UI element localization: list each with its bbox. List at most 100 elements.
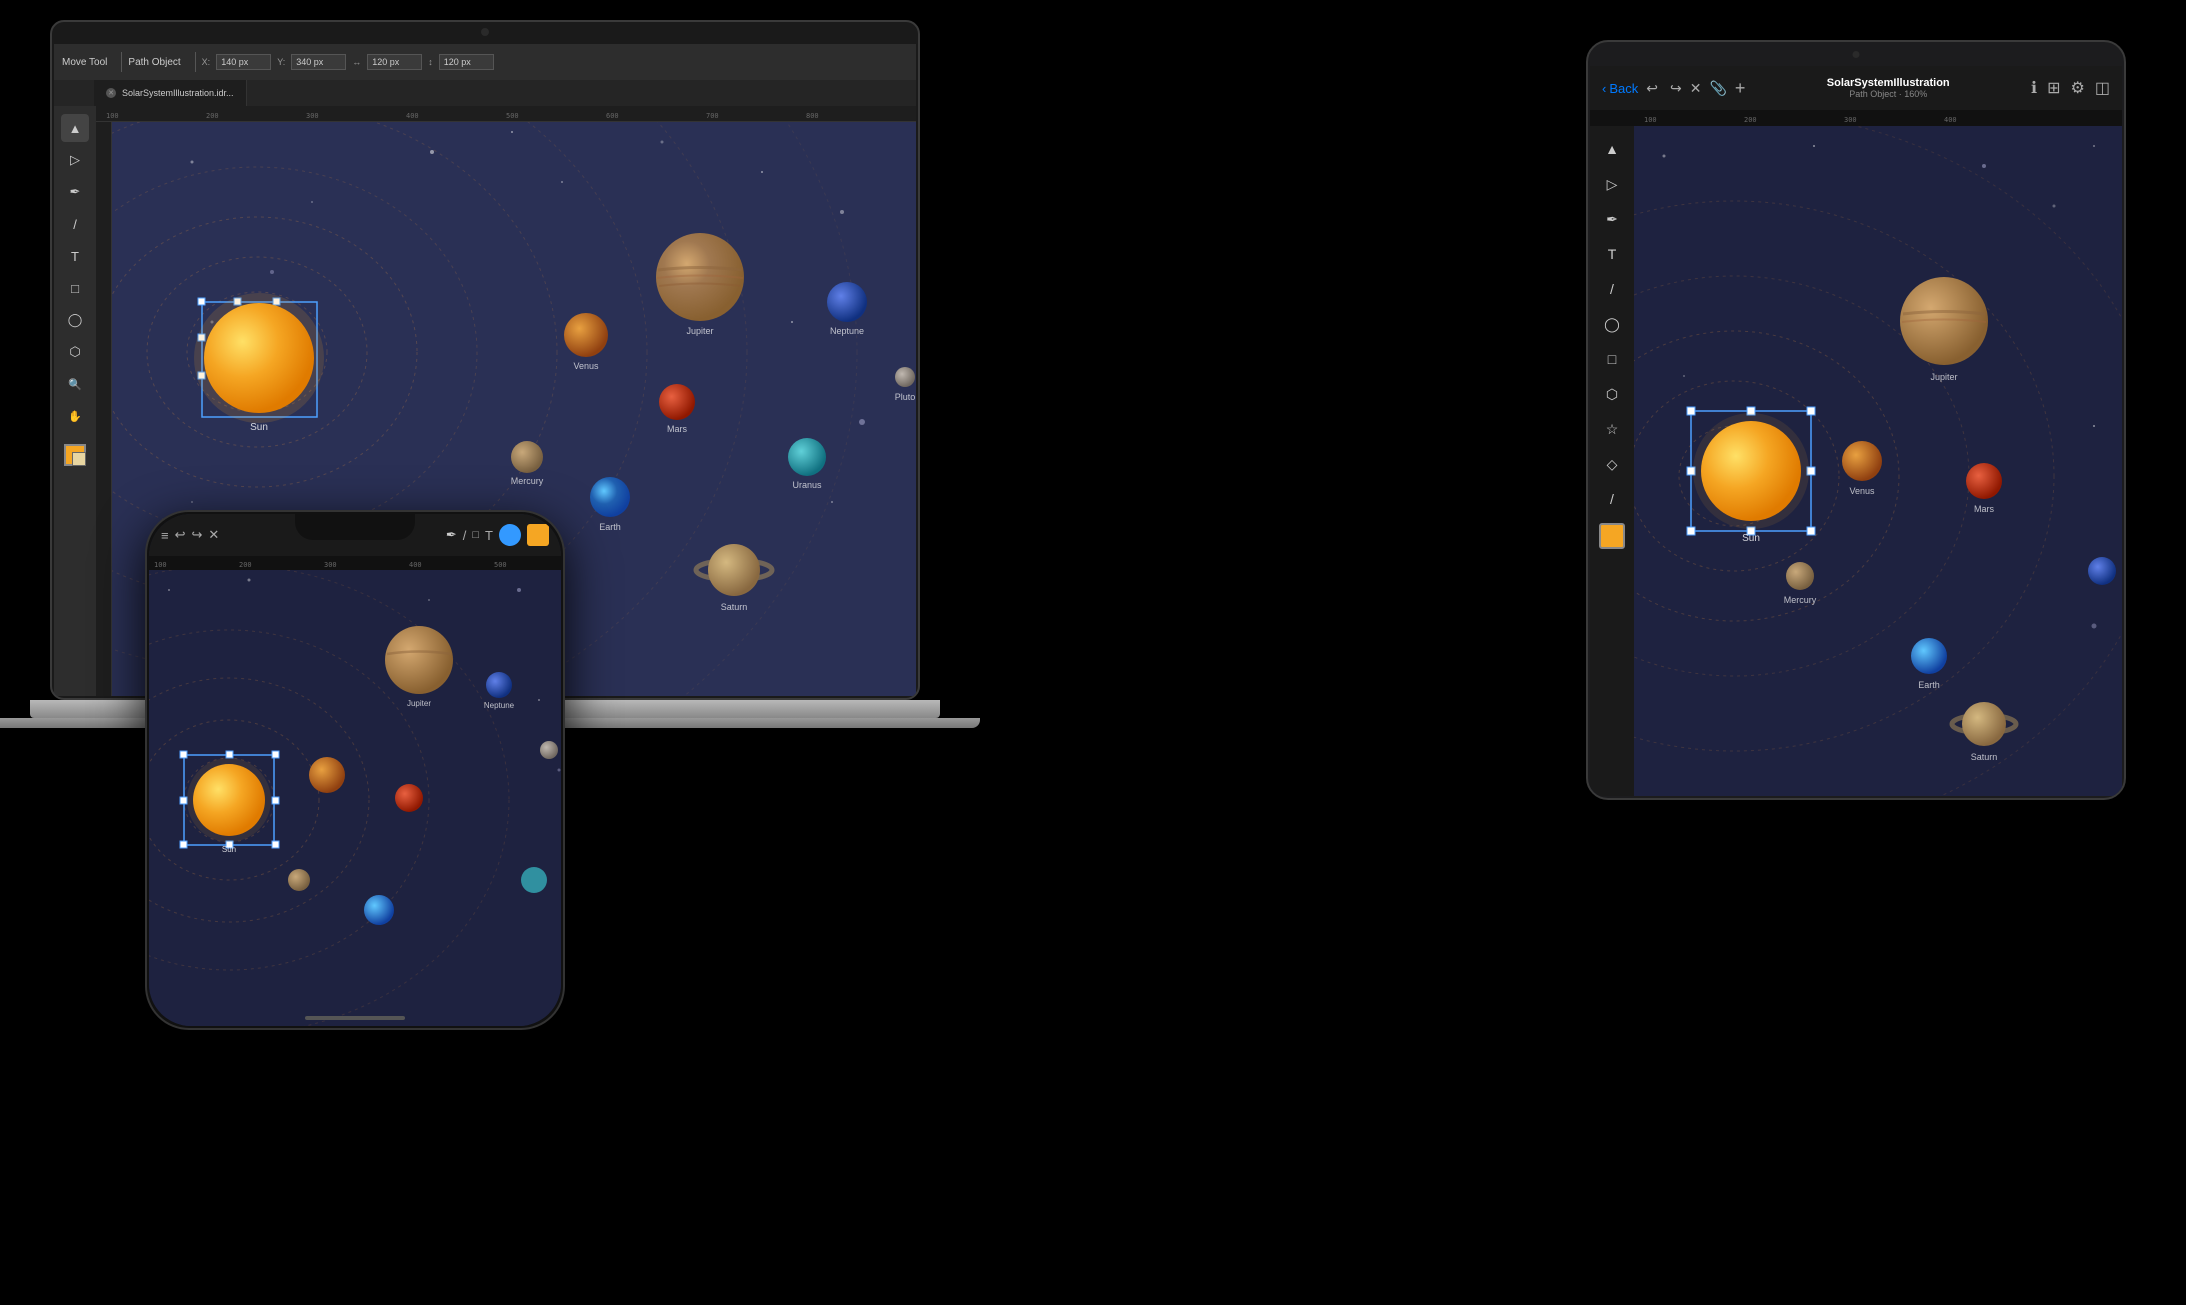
svg-text:500: 500 (506, 112, 519, 120)
x-field[interactable]: 140 px (216, 54, 271, 70)
svg-text:Jupiter: Jupiter (686, 326, 713, 336)
svg-text:Earth: Earth (599, 522, 621, 532)
color-swatches (64, 438, 86, 466)
ipad-bezel: ‹ Back ↩ ↪ ✕ 📎 + SolarSystemIllustration… (1586, 40, 2126, 800)
y-label: Y: (277, 57, 285, 67)
svg-text:Pluto: Pluto (895, 392, 916, 402)
svg-text:Venus: Venus (1849, 486, 1875, 496)
zoom-tool-button[interactable]: 🔍 (61, 370, 89, 398)
svg-text:500: 500 (494, 561, 507, 569)
iphone-menu-icon[interactable]: ≡ (161, 528, 169, 543)
app-tabbar: ✕ SolarSystemIllustration.idr... (54, 80, 916, 106)
ipad-fill-swatch[interactable] (1599, 523, 1625, 549)
w-label: ↔ (352, 57, 361, 67)
undo-icon[interactable]: ↩ (1646, 80, 1658, 97)
svg-text:Venus: Venus (573, 361, 599, 371)
iphone-rect-icon[interactable]: □ (472, 529, 479, 541)
ipad-select-tool[interactable]: ▲ (1597, 134, 1627, 164)
horizontal-ruler: 100 200 300 400 500 600 700 800 (96, 106, 916, 122)
toolbar-divider-1 (121, 52, 122, 72)
app-toolbar: Move Tool Path Object X: 140 px Y: 340 p… (54, 44, 916, 80)
iphone-screen: ≡ ↩ ↪ ✕ ✒ / □ T 100 200 300 (149, 514, 561, 1026)
y-field[interactable]: 340 px (291, 54, 346, 70)
ipad-back-button[interactable]: ‹ Back (1602, 81, 1638, 96)
ipad-node-tool[interactable]: ▷ (1597, 169, 1627, 199)
svg-text:Mercury: Mercury (511, 476, 544, 486)
h-label: ↕ (428, 57, 433, 67)
ipad-grid-icon[interactable]: ⊞ (2047, 78, 2060, 98)
w-field[interactable]: 120 px (367, 54, 422, 70)
ipad-camera (1853, 51, 1860, 58)
ipad-gear-icon[interactable]: ⚙ (2071, 78, 2085, 98)
shape-rect-button[interactable]: □ (61, 274, 89, 302)
svg-text:Jupiter: Jupiter (1930, 372, 1957, 382)
iphone-notch (295, 512, 415, 540)
ipad-knife-tool[interactable]: / (1597, 484, 1627, 514)
iphone-canvas[interactable]: Sun Jupiter Neptune (149, 570, 561, 1026)
iphone-close-icon[interactable]: ✕ (208, 527, 219, 543)
ipad-device: ‹ Back ↩ ↪ ✕ 📎 + SolarSystemIllustration… (1586, 40, 2126, 1240)
tool-name-label: Move Tool (62, 57, 107, 68)
ipad-text-tool[interactable]: T (1597, 239, 1627, 269)
pen-tool-button[interactable]: ✒ (61, 178, 89, 206)
svg-text:Mercury: Mercury (1784, 595, 1817, 605)
shape-poly-button[interactable]: ⬡ (61, 338, 89, 366)
svg-text:300: 300 (1844, 116, 1857, 124)
tab-close-button[interactable]: ✕ (106, 88, 116, 98)
hand-tool-button[interactable]: ✋ (61, 402, 89, 430)
back-label: Back (1609, 81, 1638, 96)
ipad-ellipse-tool[interactable]: ◯ (1597, 309, 1627, 339)
stroke-color-swatch[interactable] (72, 452, 86, 466)
iphone-mode-toggle[interactable] (499, 524, 521, 546)
h-field[interactable]: 120 px (439, 54, 494, 70)
iphone-text-icon[interactable]: T (485, 528, 493, 543)
ipad-canvas[interactable]: Sun Jupiter Venus Mars Mercury (1634, 126, 2122, 796)
ipad-close-icon[interactable]: ✕ (1690, 80, 1702, 97)
ipad-toolbar: ‹ Back ↩ ↪ ✕ 📎 + SolarSystemIllustration… (1590, 66, 2122, 110)
select-tool-button[interactable]: ▲ (61, 114, 89, 142)
toolbar-divider-2 (195, 52, 196, 72)
ipad-brush-tool[interactable]: ✒ (1597, 204, 1627, 234)
shape-ellipse-button[interactable]: ◯ (61, 306, 89, 334)
app-tab[interactable]: ✕ SolarSystemIllustration.idr... (94, 80, 247, 106)
ipad-poly-tool[interactable]: ⬡ (1597, 379, 1627, 409)
tools-panel: ▲ ▷ ✒ / T □ ◯ ⬡ 🔍 ✋ (54, 106, 96, 696)
ipad-ruler: 100 200 300 400 (1590, 110, 2122, 126)
svg-text:100: 100 (154, 561, 167, 569)
ipad-tools-panel: ▲ ▷ ✒ T / ◯ □ ⬡ ☆ ◇ / (1590, 126, 1634, 796)
ipad-solar-system: Sun Jupiter Venus Mars Mercury (1634, 126, 2122, 796)
svg-text:Sun: Sun (250, 422, 268, 433)
svg-text:100: 100 (106, 112, 119, 120)
ipad-rect-tool[interactable]: □ (1597, 344, 1627, 374)
node-tool-button[interactable]: ▷ (61, 146, 89, 174)
svg-text:400: 400 (409, 561, 422, 569)
ipad-title-area: SolarSystemIllustration Path Object · 16… (1753, 77, 2023, 99)
iphone-pen-icon[interactable]: ✒ (446, 527, 457, 543)
svg-text:300: 300 (324, 561, 337, 569)
x-label: X: (202, 57, 211, 67)
vertical-ruler (96, 122, 112, 696)
iphone-redo-icon[interactable]: ↪ (192, 527, 203, 543)
ipad-add-icon[interactable]: + (1735, 78, 1746, 99)
svg-text:Neptune: Neptune (830, 326, 864, 336)
ipad-title: SolarSystemIllustration (1753, 77, 2023, 89)
svg-text:800: 800 (806, 112, 819, 120)
iphone-fill-color[interactable] (527, 524, 549, 546)
ipad-shape-tool[interactable]: ◇ (1597, 449, 1627, 479)
iphone-line-icon[interactable]: / (463, 528, 467, 543)
svg-text:Mars: Mars (667, 424, 687, 434)
iphone-ruler: 100 200 300 400 500 (149, 556, 561, 570)
ipad-pencil-tool[interactable]: / (1597, 274, 1627, 304)
text-tool-button[interactable]: T (61, 242, 89, 270)
iphone-undo-icon[interactable]: ↩ (175, 527, 186, 543)
redo-icon[interactable]: ↪ (1670, 80, 1682, 97)
pencil-tool-button[interactable]: / (61, 210, 89, 238)
iphone-home-bar (305, 1016, 405, 1020)
ipad-info-icon[interactable]: ℹ (2031, 78, 2037, 98)
ipad-subtitle: Path Object · 160% (1753, 89, 2023, 99)
ipad-star-tool[interactable]: ☆ (1597, 414, 1627, 444)
ipad-layers-icon[interactable]: ◫ (2095, 78, 2110, 98)
ipad-clip-icon[interactable]: 📎 (1709, 80, 1726, 97)
tab-name: SolarSystemIllustration.idr... (122, 88, 234, 98)
svg-text:Neptune: Neptune (484, 701, 515, 710)
